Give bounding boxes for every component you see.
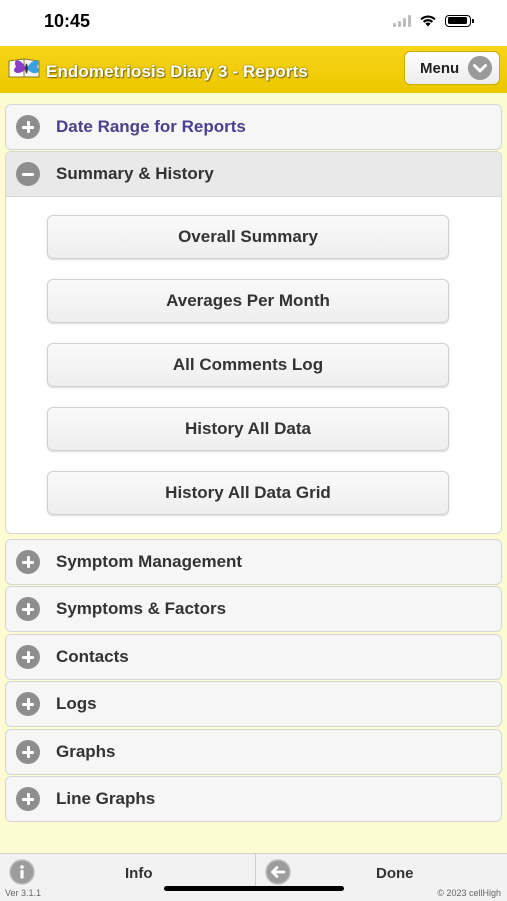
page-title: Endometriosis Diary 3 - Reports — [46, 62, 308, 81]
section-header[interactable]: Date Range for Reports — [6, 105, 501, 149]
all-comments-log-button[interactable]: All Comments Log — [47, 343, 449, 387]
version-text: Ver 3.1.1 — [5, 888, 42, 898]
section-title: Line Graphs — [56, 789, 156, 808]
plus-circle-icon — [16, 645, 40, 669]
section-header[interactable]: Graphs — [6, 730, 501, 774]
section-line-graphs[interactable]: Line Graphs — [5, 776, 502, 822]
plus-circle-icon — [16, 740, 40, 764]
arrow-left-icon — [265, 859, 291, 885]
info-label: Info — [125, 865, 153, 882]
chevron-down-icon — [468, 56, 492, 80]
done-label: Done — [376, 865, 414, 882]
overall-summary-button[interactable]: Overall Summary — [47, 215, 449, 259]
section-title: Summary & History — [56, 164, 214, 183]
bottom-bar: Info Done Ver 3.1.1 © 2023 cellHigh — [0, 853, 507, 901]
home-indicator — [164, 886, 344, 891]
section-title: Graphs — [56, 742, 116, 761]
plus-circle-icon — [16, 597, 40, 621]
section-header[interactable]: Symptoms & Factors — [6, 587, 501, 631]
plus-circle-icon — [16, 787, 40, 811]
done-tab[interactable]: Done — [255, 854, 507, 890]
section-header[interactable]: Logs — [6, 682, 501, 726]
section-contacts[interactable]: Contacts — [5, 634, 502, 680]
section-title: Symptom Management — [56, 552, 243, 571]
app-header: Endometriosis Diary 3 - Reports Menu — [0, 46, 507, 93]
section-title: Logs — [56, 694, 97, 713]
history-all-data-grid-button[interactable]: History All Data Grid — [47, 471, 449, 515]
section-logs[interactable]: Logs — [5, 681, 502, 727]
section-title: Date Range for Reports — [56, 117, 246, 136]
copyright-text: © 2023 cellHigh — [437, 888, 501, 898]
section-symptom-management[interactable]: Symptom Management — [5, 539, 502, 585]
section-title: Contacts — [56, 647, 129, 666]
history-all-data-button[interactable]: History All Data — [47, 407, 449, 451]
battery-icon — [445, 14, 474, 27]
status-bar: 10:45 — [0, 0, 507, 46]
plus-circle-icon — [16, 692, 40, 716]
section-header[interactable]: Line Graphs — [6, 777, 501, 821]
section-summary-history: Summary & History Overall Summary Averag… — [5, 151, 502, 534]
info-tab[interactable]: Info — [0, 854, 254, 890]
wifi-icon — [420, 15, 436, 27]
section-header[interactable]: Contacts — [6, 635, 501, 679]
status-time: 10:45 — [44, 11, 91, 31]
section-graphs[interactable]: Graphs — [5, 729, 502, 775]
status-icons — [393, 14, 474, 27]
minus-circle-icon — [16, 162, 40, 186]
plus-circle-icon — [16, 550, 40, 574]
section-date-range[interactable]: Date Range for Reports — [5, 104, 502, 150]
menu-button[interactable]: Menu — [404, 51, 500, 85]
info-icon — [9, 859, 35, 885]
section-symptoms-factors[interactable]: Symptoms & Factors — [5, 586, 502, 632]
section-header[interactable]: Summary & History — [6, 152, 501, 197]
butterfly-logo-icon — [8, 58, 40, 78]
menu-label: Menu — [420, 60, 460, 77]
averages-per-month-button[interactable]: Averages Per Month — [47, 279, 449, 323]
section-header[interactable]: Symptom Management — [6, 540, 501, 584]
section-title: Symptoms & Factors — [56, 599, 227, 618]
plus-circle-icon — [16, 115, 40, 139]
signal-icon — [393, 14, 411, 27]
